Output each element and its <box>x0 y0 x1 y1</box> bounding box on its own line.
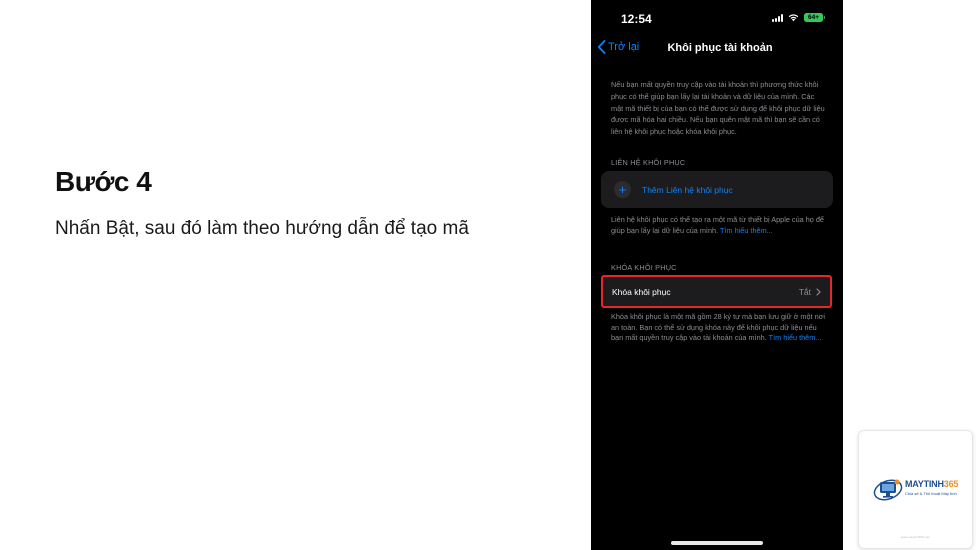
brand-name-part2: 365 <box>943 479 959 489</box>
brand-logo-card: MAYTINH365 Chia sẻ & Thủ thuật Máy tính … <box>858 430 973 549</box>
recovery-contact-footer-text: Liên hệ khôi phục có thể tạo ra một mã t… <box>611 215 824 235</box>
recovery-contact-footer: Liên hệ khôi phục có thể tạo ra một mã t… <box>611 215 827 236</box>
chevron-right-icon <box>816 287 821 296</box>
intro-text: Nếu bạn mất quyền truy cập vào tài khoản… <box>611 80 825 137</box>
plus-icon: + <box>614 181 631 198</box>
status-time: 12:54 <box>621 12 652 26</box>
brand-name: MAYTINH365 <box>905 479 958 489</box>
brand-tagline: Chia sẻ & Thủ thuật Máy tính <box>905 491 957 496</box>
nav-title: Khôi phục tài khoản <box>667 42 773 54</box>
status-icons: 64+ <box>772 13 825 22</box>
recovery-key-row[interactable]: Khóa khôi phục Tắt <box>601 275 832 308</box>
recovery-key-label: Khóa khôi phục <box>612 286 671 297</box>
recovery-key-status: Tắt <box>798 286 811 297</box>
brand-name-part1: MAYTINH <box>905 479 944 489</box>
cellular-signal-icon <box>772 13 783 22</box>
recovery-key-footer: Khóa khôi phục là một mã gồm 28 ký tự mà… <box>611 312 827 344</box>
recovery-key-header: KHÓA KHÔI PHỤC <box>611 263 677 272</box>
monitor-logo-icon <box>873 479 903 501</box>
home-indicator <box>671 541 763 545</box>
battery-icon: 64+ <box>804 13 825 22</box>
phone-screenshot: 12:54 64+ Trở lại Khôi phục tài khoản Nế… <box>591 0 843 550</box>
step-description: Nhấn Bật, sau đó làm theo hướng dẫn để t… <box>55 218 469 239</box>
wifi-icon <box>788 14 799 22</box>
learn-more-link[interactable]: Tìm hiểu thêm... <box>769 333 822 342</box>
recovery-contact-header: LIÊN HỆ KHÔI PHỤC <box>611 158 686 167</box>
step-title: Bước 4 <box>55 166 152 197</box>
add-recovery-contact-label: Thêm Liên hệ khôi phục <box>642 184 733 195</box>
add-recovery-contact-button[interactable]: + Thêm Liên hệ khôi phục <box>601 171 833 208</box>
brand-url: www.maytinh365.com <box>900 535 931 539</box>
battery-level: 64+ <box>807 14 820 21</box>
learn-more-link[interactable]: Tìm hiểu thêm... <box>720 226 773 235</box>
